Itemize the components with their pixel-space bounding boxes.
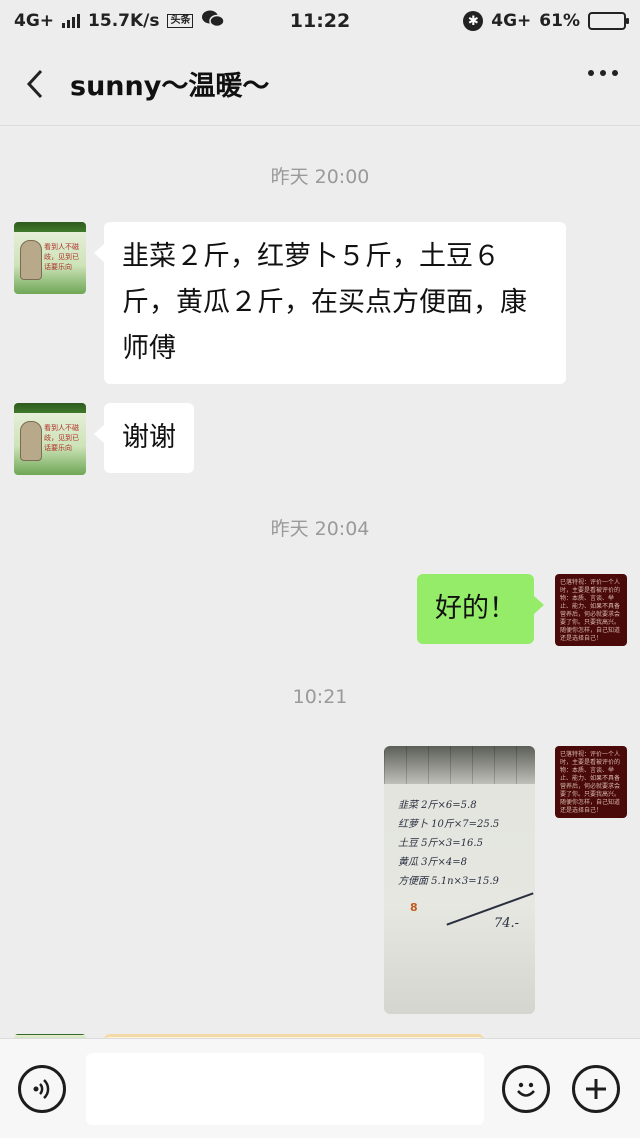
toutiao-badge-icon: 头条: [167, 14, 194, 28]
timestamp: 昨天 20:04: [270, 518, 370, 540]
image-message[interactable]: 韭菜 2斤×6=5.8 红萝卜 10斤×7=25.5 土豆 5斤×3=16.5 …: [384, 746, 535, 1014]
emoji-button[interactable]: [502, 1065, 550, 1113]
wechat-icon: [201, 9, 226, 34]
message-bubble[interactable]: 韭菜２斤，红萝卜５斤，土豆６斤，黄瓜２斤，在买点方便面，康师傅: [94, 222, 566, 384]
plus-icon: [586, 1079, 606, 1099]
chat-header: sunny～温暖～: [0, 42, 640, 126]
photo-handwriting: 韭菜 2斤×6=5.8 红萝卜 10斤×7=25.5 土豆 5斤×3=16.5 …: [398, 800, 500, 887]
voice-button[interactable]: [18, 1065, 66, 1113]
back-button[interactable]: [0, 42, 70, 126]
more-functions-button[interactable]: [572, 1065, 620, 1113]
voice-icon: [33, 1079, 50, 1099]
avatar-caption: 看到人不磁歧，见到已话要乐向: [44, 243, 79, 271]
photo-total: 74.-: [494, 916, 520, 931]
avatar-caption: 已落特视：评价一个人时，主要是看被评价的物：本质、言谈、举止、能力、如果不具备营…: [560, 579, 621, 642]
message-list[interactable]: 昨天 20:00 看到人不磁歧，见到已话要乐向 韭菜２斤，红萝卜５斤，土豆６斤，…: [0, 126, 640, 1038]
contact-avatar[interactable]: 看到人不磁歧，见到已话要乐向: [14, 403, 86, 475]
my-avatar[interactable]: 已落特视：评价一个人时，主要是看被评价的物：本质、言谈、举止、能力、如果不具备营…: [555, 574, 627, 646]
chevron-left-icon: [26, 69, 43, 98]
network-label: 4G+: [14, 11, 55, 31]
chat-title: sunny～温暖～: [70, 71, 270, 102]
signal-icon: [62, 14, 81, 28]
network-label-right: 4G+: [491, 11, 532, 31]
status-bar: 4G+ 15.7K/s 头条 11:22 ✱ 4G+ 61%: [0, 0, 640, 42]
more-button[interactable]: [588, 70, 618, 76]
battery-icon: [588, 12, 629, 30]
message-input[interactable]: [86, 1053, 484, 1125]
input-bar: [0, 1038, 640, 1138]
message-bubble[interactable]: 谢谢: [94, 403, 194, 473]
network-speed: 15.7K/s: [88, 11, 160, 31]
photo-mark: 8: [410, 901, 418, 914]
contact-avatar[interactable]: 看到人不磁歧，见到已话要乐向: [14, 222, 86, 294]
bluetooth-icon: ✱: [463, 11, 484, 31]
timestamp: 10:21: [292, 686, 348, 708]
more-dots-icon: [588, 70, 594, 76]
timestamp: 昨天 20:00: [270, 166, 370, 188]
message-bubble-self[interactable]: 好的！: [417, 574, 544, 644]
battery-percent: 61%: [539, 11, 580, 31]
my-avatar[interactable]: 已落特视：评价一个人时，主要是看被评价的物：本质、言谈、举止、能力、如果不具备营…: [555, 746, 627, 818]
emoji-icon: [517, 1082, 535, 1097]
